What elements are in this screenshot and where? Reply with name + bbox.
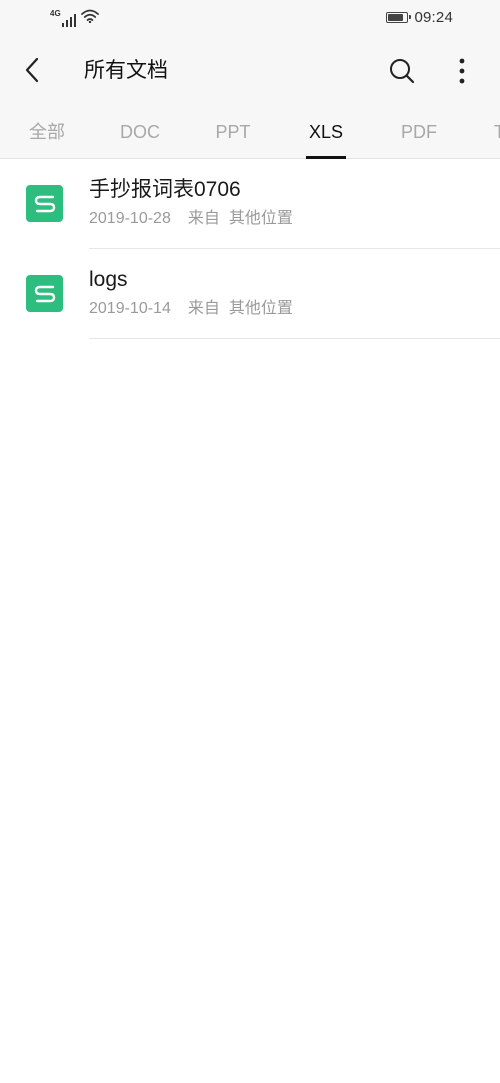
page-title: 所有文档 — [84, 59, 168, 82]
more-vertical-icon — [459, 58, 465, 84]
file-source-label: 来自 — [187, 300, 220, 317]
tab-all[interactable]: 全部 — [7, 106, 87, 159]
status-bar: 4G 09:24 — [0, 0, 500, 38]
app-header: 所有文档 — [0, 38, 500, 106]
tab-pdf[interactable]: PDF — [379, 106, 459, 159]
tab-txt-partial[interactable]: T — [472, 106, 500, 159]
file-list: 手抄报词表0706 2019-10-28 来自 其他位置 logs 2019-10-… — [0, 159, 500, 339]
tab-doc[interactable]: DOC — [100, 106, 180, 159]
tab-label: DOC — [120, 122, 160, 142]
back-button[interactable] — [12, 50, 52, 90]
tab-label: T — [494, 122, 500, 142]
chevron-left-icon — [25, 57, 39, 83]
tab-label: XLS — [308, 122, 344, 142]
battery-level-fill — [388, 14, 404, 21]
battery-icon — [386, 12, 412, 23]
tab-label: 全部 — [29, 122, 65, 142]
file-name: logs — [89, 268, 128, 291]
file-meta: 2019-10-14 来自 其他位置 — [89, 298, 293, 320]
tab-xls[interactable]: XLS — [286, 106, 366, 159]
file-name: 手抄报词表0706 — [89, 178, 241, 201]
file-date: 2019-10-28 — [89, 210, 171, 227]
file-source-location: 其他位置 — [228, 210, 293, 227]
tab-label: PPT — [215, 122, 251, 142]
xls-file-icon — [26, 185, 63, 222]
file-source-location: 其他位置 — [228, 300, 293, 317]
file-list-item[interactable]: logs 2019-10-14 来自 其他位置 — [0, 249, 500, 339]
tab-ppt[interactable]: PPT — [193, 106, 273, 159]
status-right: 09:24 — [386, 9, 453, 26]
list-divider — [89, 338, 500, 339]
search-button[interactable] — [382, 51, 422, 91]
top-app-area: 4G 09:24 所有文档 全部 DOC PPT XLS PDF T — [0, 0, 500, 159]
file-type-tabs: 全部 DOC PPT XLS PDF T — [0, 106, 500, 159]
file-source-label: 来自 — [187, 210, 220, 227]
search-icon — [390, 59, 415, 84]
file-meta: 2019-10-28 来自 其他位置 — [89, 208, 293, 230]
wifi-icon — [81, 9, 100, 28]
status-left: 4G — [50, 9, 100, 28]
network-type-label: 4G — [50, 9, 61, 18]
file-list-item[interactable]: 手抄报词表0706 2019-10-28 来自 其他位置 — [0, 159, 500, 249]
xls-file-icon — [26, 275, 63, 312]
tab-label: PDF — [401, 122, 437, 142]
file-date: 2019-10-14 — [89, 300, 171, 317]
signal-strength-icon — [61, 13, 77, 27]
status-time: 09:24 — [414, 9, 453, 26]
more-options-button[interactable] — [442, 51, 482, 91]
